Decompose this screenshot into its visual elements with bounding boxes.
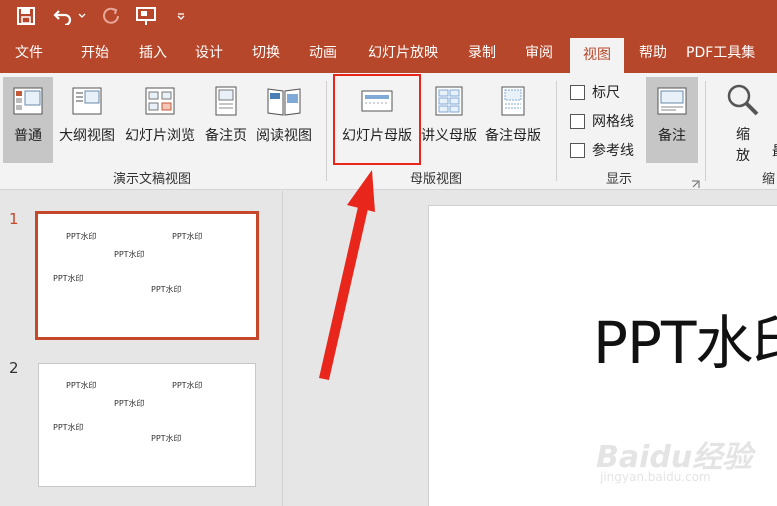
annotation-arrow: [319, 170, 375, 380]
